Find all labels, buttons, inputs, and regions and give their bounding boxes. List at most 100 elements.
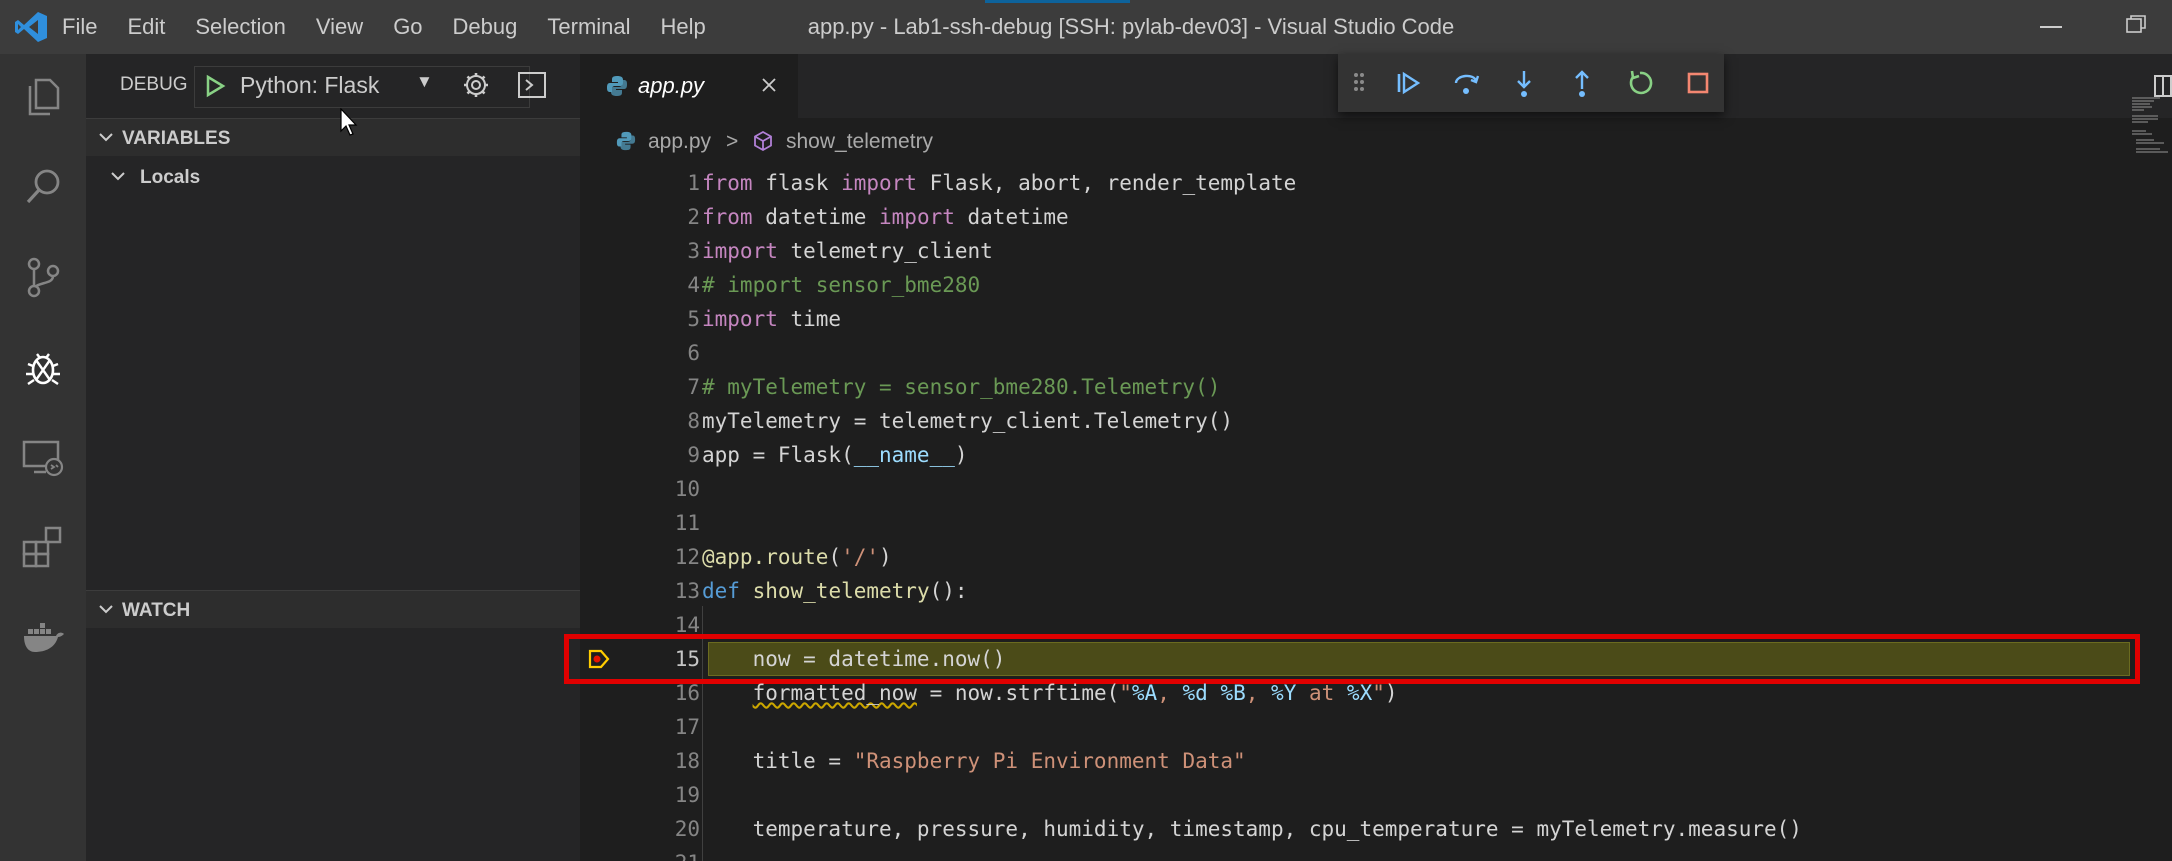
- code-line: 4 # import sensor_bme280: [580, 268, 2172, 302]
- explorer-icon[interactable]: [20, 74, 66, 120]
- line-number: 5: [687, 307, 700, 331]
- chevron-down-icon: [111, 172, 125, 181]
- launch-config-name[interactable]: Python: Flask: [240, 72, 379, 99]
- python-file-icon: [616, 131, 636, 151]
- code-text: # myTelemetry = sensor_bme280.Telemetry(…: [702, 375, 1221, 399]
- remote-explorer-icon[interactable]: [20, 434, 66, 480]
- line-number: 3: [687, 239, 700, 263]
- locals-scope[interactable]: Locals: [86, 158, 580, 194]
- code-line: 17: [580, 710, 2172, 744]
- breadcrumb-file[interactable]: app.py: [648, 130, 711, 154]
- code-text: temperature, pressure, humidity, timesta…: [702, 817, 1802, 841]
- code-text: # import sensor_bme280: [702, 273, 981, 297]
- code-line: 10: [580, 472, 2172, 506]
- code-text: from datetime import datetime: [702, 205, 1069, 229]
- window-title: app.py - Lab1-ssh-debug [SSH: pylab-dev0…: [807, 14, 1455, 39]
- variables-title: VARIABLES: [122, 128, 231, 149]
- chevron-down-icon: [99, 605, 113, 614]
- code-text: import time: [702, 307, 842, 331]
- stop-icon[interactable]: [1682, 67, 1714, 99]
- continue-icon[interactable]: [1392, 67, 1424, 99]
- line-number: 16: [674, 681, 700, 705]
- debug-toolbar-header: DEBUG Python: Flask ▼: [86, 54, 580, 118]
- variables-section-header[interactable]: VARIABLES: [86, 118, 580, 156]
- breadcrumb: app.py > show_telemetry: [580, 118, 2172, 164]
- code-line: 13 def show_telemetry():: [580, 574, 2172, 608]
- locals-label: Locals: [140, 167, 201, 188]
- line-number: 17: [674, 715, 700, 739]
- code-line: 19: [580, 778, 2172, 812]
- code-line: 8 myTelemetry = telemetry_client.Telemet…: [580, 404, 2172, 438]
- code-text: from flask import Flask, abort, render_t…: [702, 171, 1297, 195]
- line-number: 12: [674, 545, 700, 569]
- line-number: 21: [630, 846, 700, 861]
- debug-icon[interactable]: [20, 344, 66, 390]
- debug-label: DEBUG: [120, 74, 188, 95]
- line-number: 8: [687, 409, 700, 433]
- source-control-icon[interactable]: [20, 254, 66, 300]
- drag-handle-icon[interactable]: [1352, 70, 1366, 94]
- code-line: 7 # myTelemetry = sensor_bme280.Telemetr…: [580, 370, 2172, 404]
- line-number: 13: [674, 579, 700, 603]
- line-number: 9: [687, 443, 700, 467]
- line-number: 18: [674, 749, 700, 773]
- line-number: 2: [687, 205, 700, 229]
- code-line: 11: [580, 506, 2172, 540]
- extensions-icon[interactable]: [20, 524, 66, 570]
- mouse-cursor-icon: [340, 108, 358, 136]
- debug-action-toolbar: [1338, 54, 1724, 112]
- breadcrumb-symbol[interactable]: show_telemetry: [786, 130, 933, 154]
- gear-icon[interactable]: [461, 70, 491, 100]
- code-line: 1 from flask import Flask, abort, render…: [580, 166, 2172, 200]
- python-file-icon: [607, 76, 627, 96]
- line-number: 11: [674, 511, 700, 535]
- code-editor[interactable]: 1 from flask import Flask, abort, render…: [564, 164, 2172, 861]
- code-line: 21: [580, 846, 2172, 861]
- minimap[interactable]: [2130, 94, 2170, 154]
- code-text: app = Flask(__name__): [702, 443, 968, 467]
- restore-icon[interactable]: [2126, 15, 2146, 33]
- line-number: 4: [687, 273, 700, 297]
- title-bar: File Edit Selection View Go Debug Termin…: [0, 0, 2172, 54]
- step-out-icon[interactable]: [1566, 67, 1598, 99]
- code-line: 20 temperature, pressure, humidity, time…: [580, 812, 2172, 846]
- restart-icon[interactable]: [1624, 67, 1656, 99]
- code-text: import telemetry_client: [702, 239, 993, 263]
- step-into-icon[interactable]: [1508, 67, 1540, 99]
- code-text: formatted_now = now.strftime("%A, %d %B,…: [752, 681, 1398, 705]
- activity-bar: [0, 54, 86, 861]
- code-line: 2 from datetime import datetime: [580, 200, 2172, 234]
- close-icon[interactable]: [760, 76, 778, 94]
- current-line: 15 now = datetime.now(): [564, 634, 2172, 684]
- step-over-icon[interactable]: [1450, 67, 1482, 99]
- start-debugging-icon[interactable]: [204, 74, 226, 98]
- code-line: 3 import telemetry_client: [580, 234, 2172, 268]
- code-line: 9 app = Flask(__name__): [580, 438, 2172, 472]
- debug-console-icon[interactable]: [518, 72, 546, 98]
- chevron-down-icon: [99, 133, 113, 142]
- docker-icon[interactable]: [20, 614, 66, 660]
- watch-section-header[interactable]: WATCH: [86, 590, 580, 628]
- tab-label: app.py: [638, 73, 705, 98]
- dropdown-caret-icon[interactable]: ▼: [416, 72, 433, 92]
- search-icon[interactable]: [20, 164, 66, 210]
- code-line: 12 @app.route('/'): [580, 540, 2172, 574]
- watch-title: WATCH: [122, 600, 191, 621]
- debug-sidebar: DEBUG Python: Flask ▼ VARIABLES Locals W…: [86, 54, 580, 861]
- code-line: 16 formatted_now = now.strftime("%A, %d …: [580, 676, 2172, 710]
- line-number: 1: [687, 171, 700, 195]
- minimize-icon[interactable]: [2040, 26, 2062, 28]
- line-number: 6: [687, 341, 700, 365]
- line-number: 20: [674, 817, 700, 841]
- line-number: 10: [674, 477, 700, 501]
- code-text: @app.route('/'): [702, 545, 892, 569]
- tab-app-py[interactable]: app.py: [580, 54, 798, 118]
- line-number: 19: [674, 783, 700, 807]
- code-text: title = "Raspberry Pi Environment Data": [702, 749, 1246, 773]
- code-line: 6: [580, 336, 2172, 370]
- code-text: myTelemetry = telemetry_client.Telemetry…: [702, 409, 1234, 433]
- code-text: def show_telemetry():: [702, 579, 968, 603]
- code-line: 5 import time: [580, 302, 2172, 336]
- editor-area: app.py app.py > show_telemetry 1 from fl…: [564, 54, 2172, 861]
- breadcrumb-separator: >: [726, 130, 739, 153]
